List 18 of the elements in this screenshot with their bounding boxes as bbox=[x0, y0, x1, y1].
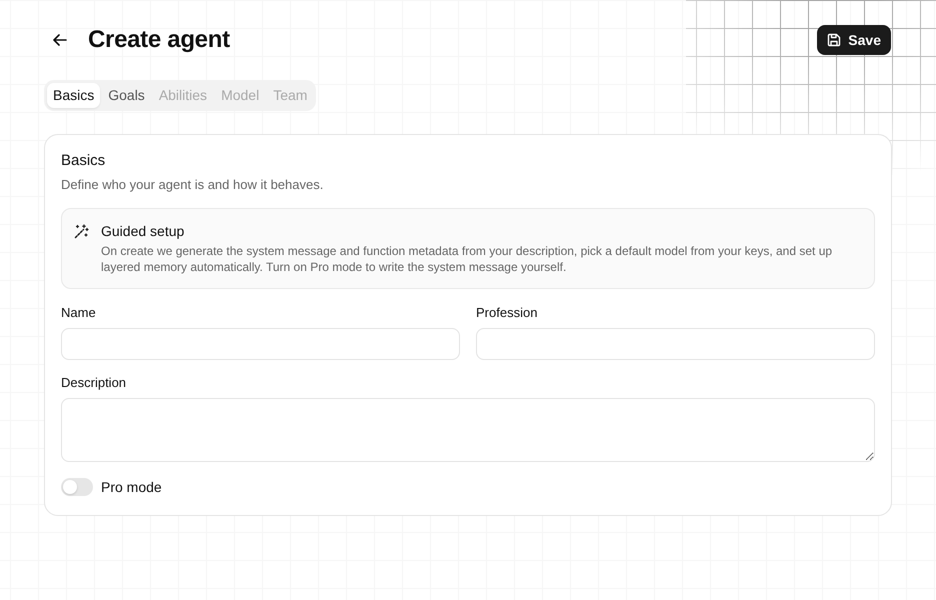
tab[interactable]: Basics bbox=[47, 83, 100, 108]
toggle-label: Pro mode bbox=[101, 479, 162, 495]
section-title: Basics bbox=[61, 152, 106, 169]
arrow-left-icon bbox=[53, 34, 67, 46]
field-label: Name bbox=[61, 305, 97, 320]
tab[interactable]: Goals bbox=[102, 83, 151, 108]
section-subtitle: Define who your agent is and how it behaves. bbox=[61, 177, 324, 192]
page-title: Create agent bbox=[88, 26, 230, 54]
textarea-input[interactable] bbox=[61, 398, 875, 462]
magic-wand-icon bbox=[74, 224, 89, 239]
text-input[interactable] bbox=[476, 328, 875, 360]
save-button[interactable]: Save bbox=[817, 25, 891, 55]
field-label: Profession bbox=[476, 305, 538, 320]
field-label: Description bbox=[61, 375, 128, 390]
toggle-switch[interactable] bbox=[61, 478, 93, 496]
callout-title: Guided setup bbox=[101, 223, 186, 239]
text-input[interactable] bbox=[61, 328, 460, 360]
callout-text: On create we generate the system message and function metadata from your description, pick a default model from your keys, and set up layered memory automatically. Turn on Pro mode to write the system message yourself. bbox=[101, 243, 834, 275]
